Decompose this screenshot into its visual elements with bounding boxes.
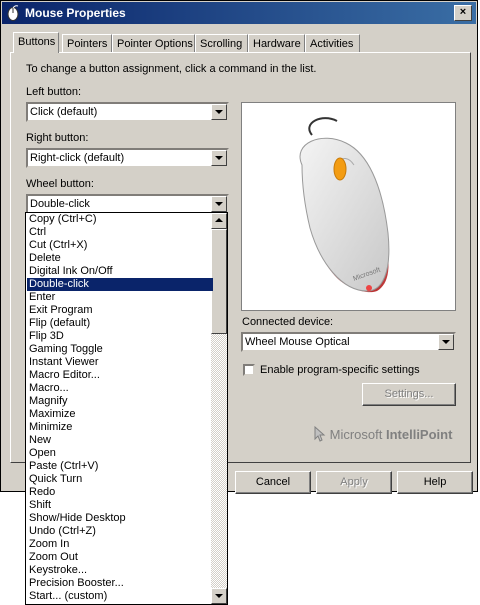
program-specific-label: Enable program-specific settings <box>260 364 420 376</box>
tab-label: Buttons <box>18 36 56 48</box>
chevron-down-icon[interactable] <box>438 334 454 350</box>
tab-label: Pointer Options <box>117 38 193 50</box>
list-item[interactable]: Maximize <box>27 408 213 421</box>
wheel-button-command-list[interactable]: Copy (Ctrl+C) Ctrl Cut (Ctrl+X) Delete Digit… <box>25 212 228 605</box>
list-item[interactable]: Undo (Ctrl+Z) <box>27 525 213 538</box>
list-scrollbar[interactable] <box>211 213 227 604</box>
tab-label: Activities <box>310 38 354 50</box>
list-item[interactable]: Gaming Toggle <box>27 343 213 356</box>
list-item[interactable]: Enter <box>27 291 213 304</box>
list-item[interactable]: Flip (default) <box>27 317 213 330</box>
list-item[interactable]: Start... (custom) <box>27 590 213 603</box>
wheel-button-value: Double-click <box>30 198 90 210</box>
list-item[interactable]: Quick Turn <box>27 473 213 486</box>
connected-device-value: Wheel Mouse Optical <box>245 336 350 348</box>
right-button-select[interactable]: Right-click (default) <box>26 148 229 168</box>
list-item[interactable]: Precision Booster... <box>27 577 213 590</box>
apply-button-label: Apply <box>340 476 368 488</box>
tab-label: Hardware <box>253 38 301 50</box>
wheel-button-label: Wheel button: <box>26 178 94 190</box>
tab-hardware[interactable]: Hardware <box>248 34 305 52</box>
brand-product: IntelliPoint <box>385 427 453 442</box>
program-specific-checkbox[interactable] <box>243 364 255 376</box>
brand-microsoft: Microsoft <box>329 427 383 442</box>
connected-device-select[interactable]: Wheel Mouse Optical <box>241 332 456 352</box>
list-item[interactable]: Open <box>27 447 213 460</box>
left-button-select[interactable]: Click (default) <box>26 102 229 122</box>
scroll-down-arrow-icon[interactable] <box>211 588 227 604</box>
window-title: Mouse Properties <box>25 6 126 20</box>
instructions-text: To change a button assignment, click a c… <box>26 63 317 75</box>
list-item[interactable]: Copy (Ctrl+C) <box>27 213 213 226</box>
list-item[interactable]: Cut (Ctrl+X) <box>27 239 213 252</box>
list-item[interactable]: Redo <box>27 486 213 499</box>
chevron-down-icon[interactable] <box>211 196 227 212</box>
tab-label: Pointers <box>67 38 108 50</box>
list-item[interactable]: Delete <box>27 252 213 265</box>
chevron-down-icon[interactable] <box>211 150 227 166</box>
list-item[interactable]: New <box>27 434 213 447</box>
mouse-app-icon <box>7 5 19 21</box>
left-button-value: Click (default) <box>30 106 98 118</box>
intellipoint-brand: Microsoft IntelliPoint <box>314 425 453 442</box>
cancel-button[interactable]: Cancel <box>235 471 311 494</box>
list-item[interactable]: Shift <box>27 499 213 512</box>
close-button[interactable]: × <box>454 5 472 21</box>
list-item[interactable]: Macro Editor... <box>27 369 213 382</box>
connected-device-label: Connected device: <box>242 316 334 328</box>
list-item[interactable]: Instant Viewer <box>27 356 213 369</box>
apply-button[interactable]: Apply <box>316 471 392 494</box>
tab-scrolling[interactable]: Scrolling <box>195 34 248 52</box>
tab-pointer-options[interactable]: Pointer Options <box>112 34 195 52</box>
led-dot <box>366 285 372 291</box>
list-item[interactable]: Zoom Out <box>27 551 213 564</box>
scroll-up-arrow-icon[interactable] <box>211 213 227 229</box>
cursor-icon <box>314 425 326 442</box>
cancel-button-label: Cancel <box>255 476 291 488</box>
list-item[interactable]: Show/Hide Desktop <box>27 512 213 525</box>
list-item[interactable]: Double-click <box>27 278 213 291</box>
right-button-value: Right-click (default) <box>30 152 125 164</box>
tab-label: Scrolling <box>200 38 243 50</box>
list-item[interactable]: Ctrl <box>27 226 213 239</box>
list-item[interactable]: Magnify <box>27 395 213 408</box>
settings-button[interactable]: Settings... <box>362 383 456 406</box>
list-item[interactable]: Zoom In <box>27 538 213 551</box>
tab-pointers[interactable]: Pointers <box>62 34 112 52</box>
chevron-down-icon[interactable] <box>211 104 227 120</box>
list-item[interactable]: Exit Program <box>27 304 213 317</box>
mouse-illustration: Microsoft <box>299 117 390 293</box>
help-button-label: Help <box>423 476 447 488</box>
list-item[interactable]: Keystroke... <box>27 564 213 577</box>
list-item[interactable]: Paste (Ctrl+V) <box>27 460 213 473</box>
help-button[interactable]: Help <box>397 471 473 494</box>
settings-button-label: Settings... <box>384 388 434 400</box>
wheel-highlight <box>333 157 347 181</box>
mouse-image-panel: Microsoft <box>241 102 456 311</box>
wheel-button-select[interactable]: Double-click <box>26 194 229 214</box>
tab-buttons[interactable]: Buttons <box>13 32 59 53</box>
tab-activities[interactable]: Activities <box>305 34 360 52</box>
left-button-label: Left button: <box>26 86 82 98</box>
list-item[interactable]: Minimize <box>27 421 213 434</box>
right-button-label: Right button: <box>26 132 89 144</box>
list-item[interactable]: Flip 3D <box>27 330 213 343</box>
list-item[interactable]: Macro... <box>27 382 213 395</box>
title-bar[interactable]: Mouse Properties × <box>2 2 476 24</box>
list-item[interactable]: Digital Ink On/Off <box>27 265 213 278</box>
scroll-thumb[interactable] <box>211 229 227 334</box>
close-icon: × <box>459 6 467 18</box>
